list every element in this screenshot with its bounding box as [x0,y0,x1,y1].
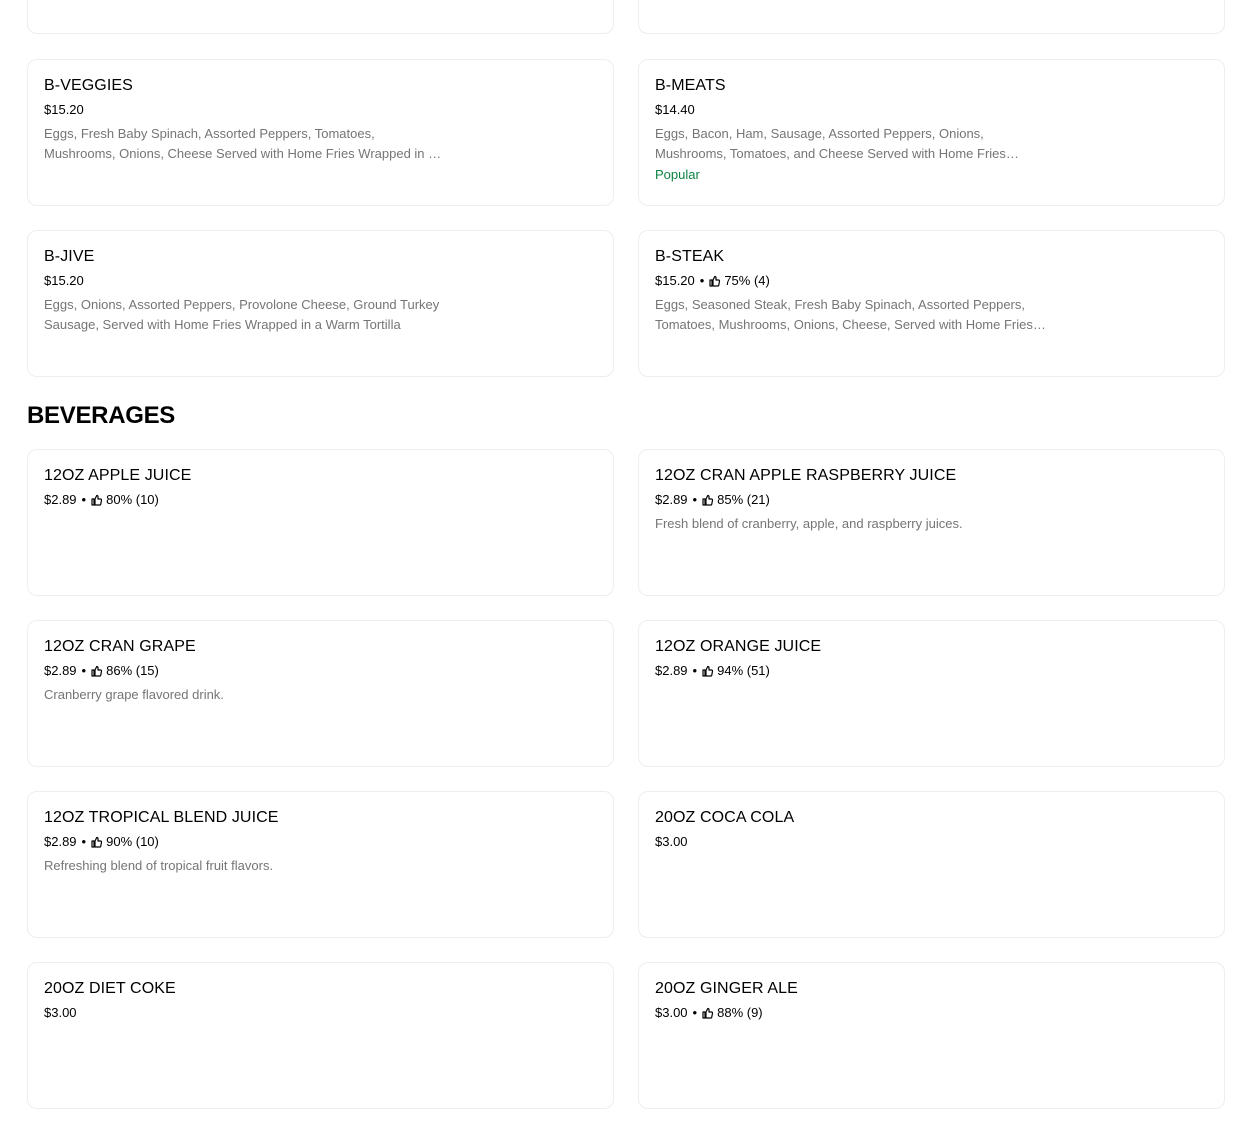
thumbs-up-icon [91,494,103,506]
item-meta: $3.00 [655,832,1208,852]
item-description: Refreshing blend of tropical fruit flavo… [44,858,274,873]
menu-item-card[interactable]: B-VEGGIES $15.20 Eggs, Fresh Baby Spinac… [27,59,614,206]
item-description: Eggs, Bacon, Ham, Sausage, Assorted Pepp… [655,126,1006,161]
thumbs-up-icon [91,665,103,677]
item-price: $15.20 [44,102,84,117]
meta-separator: • [81,492,87,507]
item-price: $2.89 [44,834,77,849]
item-price: $2.89 [44,663,77,678]
item-meta: $15.20 [44,271,597,291]
beverages-grid: 12OZ APPLE JUICE $2.89 • 80% (10) 12OZ C… [27,449,1225,1109]
item-price: $3.00 [44,1005,77,1020]
item-description: Cranberry grape flavored drink. [44,687,224,702]
item-name: 12OZ APPLE JUICE [44,467,192,484]
item-meta: $15.20 [44,100,597,120]
item-description: Eggs, Onions, Assorted Peppers, Provolon… [44,297,440,332]
thumbs-up-icon [702,665,714,677]
breakfast-items-grid: B-VEGGIES $15.20 Eggs, Fresh Baby Spinac… [27,59,1225,377]
previous-row [27,0,1225,34]
meta-separator: • [81,834,87,849]
item-meta: $2.89 • 80% (10) [44,490,597,510]
item-name: 12OZ TROPICAL BLEND JUICE [44,809,279,826]
item-rating: 80% (10) [106,492,159,507]
menu-item-card[interactable]: 20OZ GINGER ALE $3.00 • 88% (9) [638,962,1225,1109]
meta-separator: • [699,273,705,288]
meta-separator: • [692,663,698,678]
meta-separator: • [692,492,698,507]
item-price: $2.89 [655,492,688,507]
popular-badge: Popular [655,167,700,182]
item-rating: 85% (21) [717,492,770,507]
section-title-beverages: BEVERAGES [27,402,176,429]
menu-item-card[interactable]: 12OZ TROPICAL BLEND JUICE $2.89 • 90% (1… [27,791,614,938]
thumbs-up-icon [702,494,714,506]
menu-item-card[interactable]: 12OZ APPLE JUICE $2.89 • 80% (10) [27,449,614,596]
item-name: B-VEGGIES [44,77,133,94]
menu-item-card[interactable]: 20OZ DIET COKE $3.00 [27,962,614,1109]
item-name: B-MEATS [655,77,726,94]
menu-item-card[interactable]: 12OZ CRAN APPLE RASPBERRY JUICE $2.89 • … [638,449,1225,596]
item-price: $15.20 [44,273,84,288]
item-price: $3.00 [655,1005,688,1020]
item-name: 12OZ CRAN APPLE RASPBERRY JUICE [655,467,957,484]
thumbs-up-icon [709,275,721,287]
item-rating: 86% (15) [106,663,159,678]
item-price: $14.40 [655,102,695,117]
item-name: 20OZ GINGER ALE [655,980,798,997]
item-name: B-JIVE [44,248,95,265]
menu-item-card[interactable] [27,0,614,34]
item-meta: $2.89 • 85% (21) [655,490,1208,510]
item-name: 12OZ CRAN GRAPE [44,638,196,655]
menu-page: B-VEGGIES $15.20 Eggs, Fresh Baby Spinac… [0,0,1250,1124]
item-meta: $2.89 • 94% (51) [655,661,1208,681]
menu-item-card[interactable]: 20OZ COCA COLA $3.00 [638,791,1225,938]
item-name: 12OZ ORANGE JUICE [655,638,822,655]
item-description: Eggs, Seasoned Steak, Fresh Baby Spinach… [655,297,1033,332]
item-rating: 88% (9) [717,1005,763,1020]
item-name: 20OZ COCA COLA [655,809,795,826]
item-price: $3.00 [655,834,688,849]
meta-separator: • [692,1005,698,1020]
item-price: $15.20 [655,273,695,288]
item-meta: $15.20 • 75% (4) [655,271,1208,291]
item-meta: $2.89 • 90% (10) [44,832,597,852]
item-rating: 94% (51) [717,663,770,678]
item-name: 20OZ DIET COKE [44,980,176,997]
menu-item-card[interactable]: B-MEATS $14.40 Eggs, Bacon, Ham, Sausage… [638,59,1225,206]
meta-separator: • [81,663,87,678]
thumbs-up-icon [91,836,103,848]
menu-item-card[interactable]: B-STEAK $15.20 • 75% (4) Eggs, Seasoned … [638,230,1225,377]
item-rating: 90% (10) [106,834,159,849]
item-rating: 75% (4) [724,273,770,288]
item-meta: $3.00 [44,1003,597,1023]
item-meta: $3.00 • 88% (9) [655,1003,1208,1023]
menu-item-card[interactable]: 12OZ CRAN GRAPE $2.89 • 86% (15) Cranber… [27,620,614,767]
item-meta: $2.89 • 86% (15) [44,661,597,681]
menu-item-card[interactable]: B-JIVE $15.20 Eggs, Onions, Assorted Pep… [27,230,614,377]
menu-item-card[interactable] [638,0,1225,34]
item-description: Eggs, Fresh Baby Spinach, Assorted Peppe… [44,126,436,161]
item-price: $2.89 [655,663,688,678]
item-name: B-STEAK [655,248,725,265]
item-meta: $14.40 [655,100,1208,120]
thumbs-up-icon [702,1007,714,1019]
menu-item-card[interactable]: 12OZ ORANGE JUICE $2.89 • 94% (51) [638,620,1225,767]
item-price: $2.89 [44,492,77,507]
item-description: Fresh blend of cranberry, apple, and ras… [655,516,963,531]
